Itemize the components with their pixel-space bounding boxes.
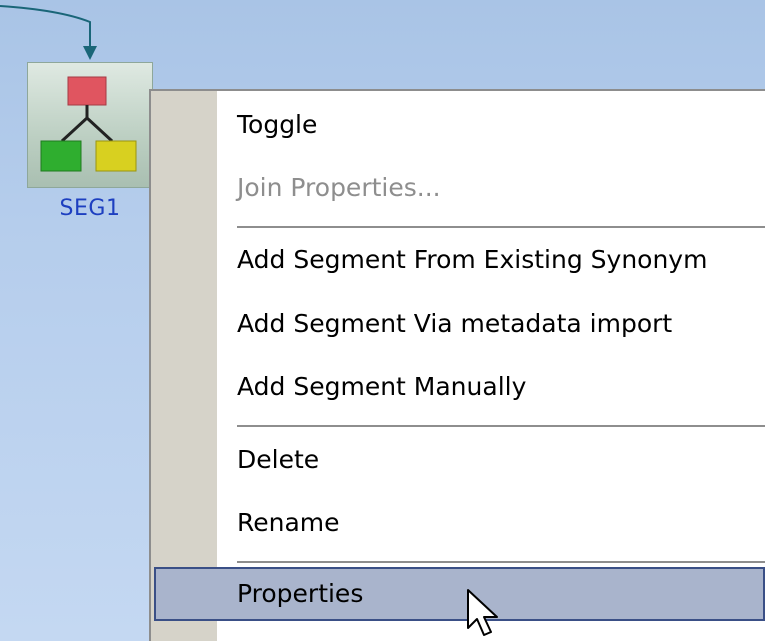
menu-item-label: Delete <box>237 445 320 474</box>
menu-item-label: Join Properties... <box>237 173 441 202</box>
arrow-pointer-icon <box>467 589 498 636</box>
menu-item-label: Add Segment Via metadata import <box>237 309 673 338</box>
menu-item-add-segment-existing-synonym[interactable]: Add Segment From Existing Synonym <box>151 233 765 287</box>
menu-item-add-segment-manually[interactable]: Add Segment Manually <box>151 360 765 414</box>
menu-item-rename[interactable]: Rename <box>151 496 765 550</box>
context-menu: Toggle Join Properties... Add Segment Fr… <box>149 89 765 641</box>
connector-arrow <box>0 5 97 60</box>
node-label[interactable]: SEG1 <box>40 196 140 221</box>
menu-separator <box>237 425 765 427</box>
menu-item-add-segment-metadata-import[interactable]: Add Segment Via metadata import <box>151 297 765 351</box>
menu-item-delete[interactable]: Delete <box>151 433 765 487</box>
menu-item-label: Toggle <box>237 110 318 139</box>
menu-item-label: Properties <box>237 579 364 608</box>
menu-separator <box>237 226 765 228</box>
menu-separator <box>237 561 765 563</box>
segment-node-seg1[interactable] <box>27 62 153 188</box>
segment-hierarchy-icon <box>40 76 137 172</box>
menu-item-toggle[interactable]: Toggle <box>151 98 765 152</box>
menu-item-label: Rename <box>237 508 340 537</box>
menu-item-properties[interactable]: Properties <box>154 567 765 621</box>
menu-item-join-properties: Join Properties... <box>151 161 765 215</box>
menu-item-label: Add Segment Manually <box>237 372 527 401</box>
menu-item-label: Add Segment From Existing Synonym <box>237 245 708 274</box>
